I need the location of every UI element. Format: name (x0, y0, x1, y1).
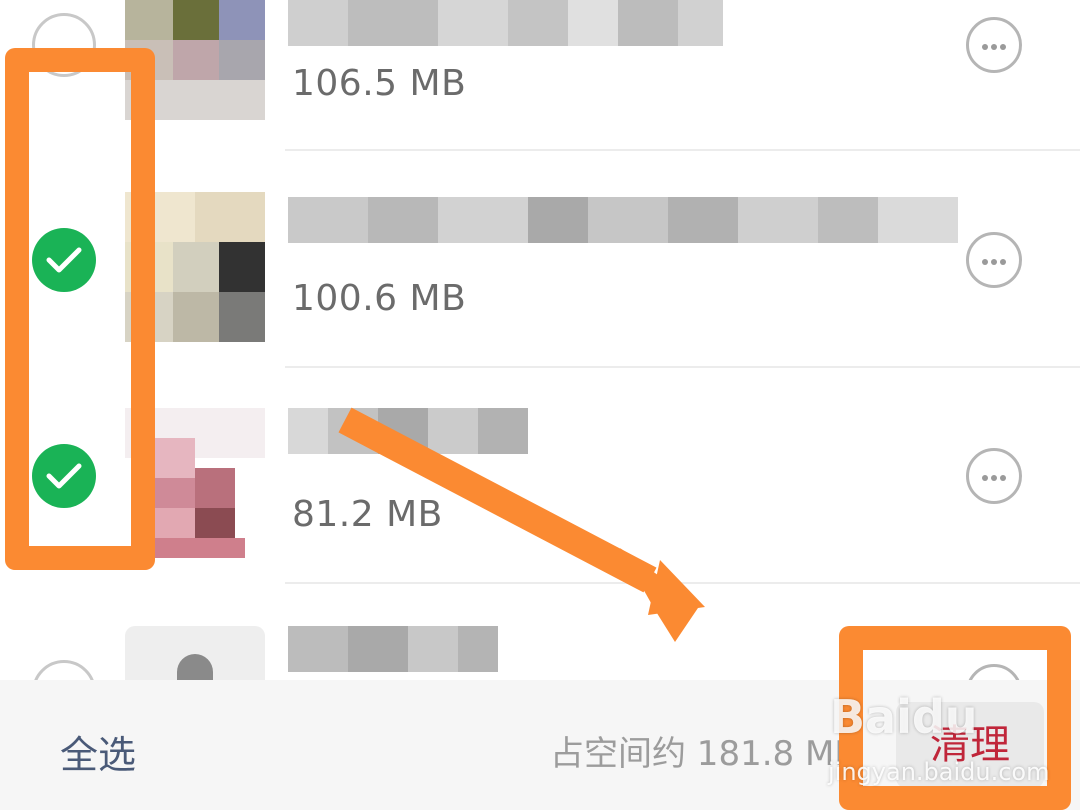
watermark-logo: Baidu (830, 690, 978, 744)
watermark-url: jingyan.baidu.com (828, 758, 1050, 786)
arrow-annotation (338, 407, 705, 642)
